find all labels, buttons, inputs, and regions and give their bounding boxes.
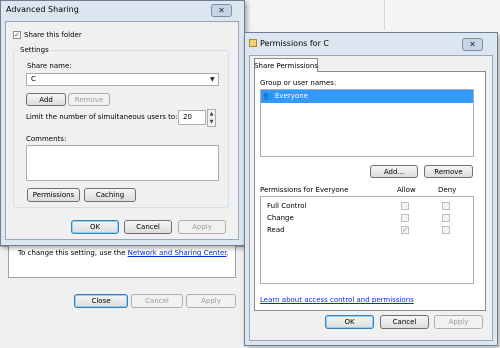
deny-checkbox-read[interactable] [442,226,450,234]
share-folder-label: Share this folder [24,31,82,39]
permissions-title: Permissions for C [260,39,329,48]
limit-users-spinner[interactable]: ▲ ▼ [207,109,216,127]
share-name-label: Share name: [27,62,72,70]
background-close-button[interactable]: Close [74,294,128,308]
remove-user-button[interactable]: Remove [424,165,473,178]
close-icon: ✕ [218,6,225,15]
tab-share-permissions[interactable]: Share Permissions [254,58,318,72]
allow-checkbox-change[interactable] [401,214,409,222]
checkmark-icon: ✓ [402,225,408,234]
share-name-value: C [31,75,36,83]
deny-column-header: Deny [438,186,457,194]
background-cancel-button[interactable]: Cancel [131,294,183,308]
permissions-cancel-button[interactable]: Cancel [380,315,429,329]
close-icon: ✕ [469,40,476,49]
network-sharing-center-link[interactable]: Network and Sharing Center [128,249,227,257]
chevron-down-icon: ▼ [210,76,215,83]
deny-checkbox-change[interactable] [442,214,450,222]
permissions-button[interactable]: Permissions [27,188,80,202]
background-info-text: To change this setting, use the Network … [18,249,229,257]
checkmark-icon: ✓ [14,30,20,39]
spin-up-icon[interactable]: ▲ [210,111,214,117]
permissions-for-label: Permissions for Everyone [260,186,349,194]
limit-users-input[interactable]: 20 [178,110,206,125]
learn-access-control-link[interactable]: Learn about access control and permissio… [260,296,414,304]
permissions-apply-button[interactable]: Apply [434,315,483,329]
advanced-sharing-close-button[interactable]: ✕ [211,4,232,17]
info-text-prefix: To change this setting, use the [18,249,128,257]
user-name: Everyone [275,92,308,100]
background-window-header [245,0,500,30]
remove-share-button[interactable]: Remove [68,93,110,106]
caching-button[interactable]: Caching [84,188,136,202]
limit-users-value: 20 [183,113,192,121]
comments-label: Comments: [26,135,67,143]
users-icon: 👥 [263,91,273,100]
allow-checkbox-read[interactable]: ✓ [401,226,409,234]
deny-checkbox-full-control[interactable] [442,202,450,210]
advanced-apply-button[interactable]: Apply [178,220,226,234]
group-user-names-label: Group or user names: [260,79,337,87]
permission-name: Change [267,214,294,222]
allow-column-header: Allow [397,186,416,194]
background-apply-button[interactable]: Apply [186,294,236,308]
permission-name: Full Control [267,202,307,210]
share-name-dropdown[interactable]: C ▼ [26,73,219,86]
permissions-ok-button[interactable]: OK [325,315,374,329]
advanced-ok-button[interactable]: OK [71,220,119,234]
limit-users-label: Limit the number of simultaneous users t… [26,113,178,121]
add-user-button[interactable]: Add... [370,165,418,178]
permissions-close-button[interactable]: ✕ [462,38,483,51]
list-item-everyone[interactable]: 👥 Everyone [261,90,473,103]
share-folder-checkbox[interactable]: ✓ [13,31,21,39]
settings-label: Settings [18,46,51,54]
advanced-sharing-title: Advanced Sharing [6,5,79,14]
allow-checkbox-full-control[interactable] [401,202,409,210]
background-divider [384,0,385,30]
comments-textarea[interactable] [26,145,219,181]
info-text-suffix: . [226,249,229,257]
add-share-button[interactable]: Add [26,93,66,106]
folder-icon [249,39,257,47]
advanced-cancel-button[interactable]: Cancel [124,220,172,234]
spin-down-icon[interactable]: ▼ [210,119,214,125]
permission-name: Read [267,226,285,234]
